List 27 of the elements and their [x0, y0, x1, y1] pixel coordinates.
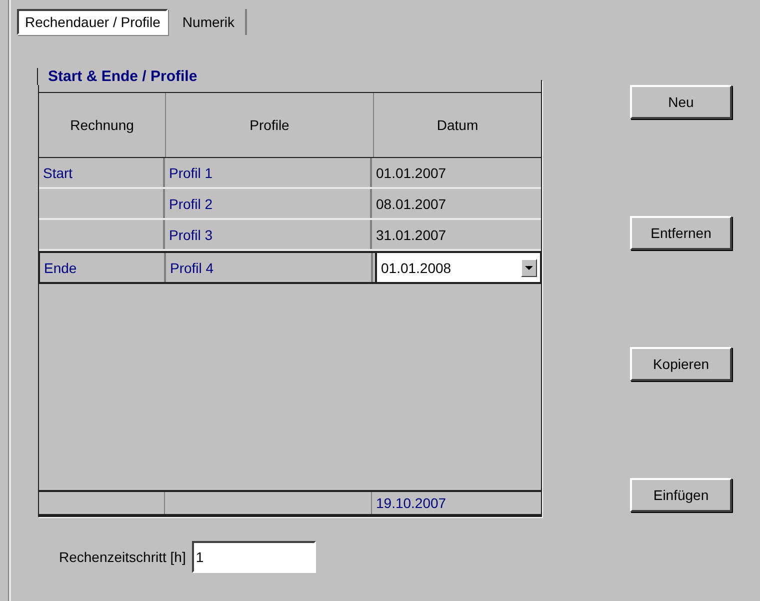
action-button[interactable]: Entfernen [630, 216, 732, 250]
table-cell: 19.10.2007 [376, 495, 446, 511]
table-cell: Start [43, 164, 73, 180]
action-button[interactable]: Neu [630, 85, 732, 119]
table-cell: Profil 1 [169, 164, 213, 180]
table-cell: Profil 2 [169, 196, 213, 212]
column-header[interactable]: Profile [166, 93, 374, 157]
input-field[interactable]: 1 [192, 541, 316, 573]
column-header[interactable]: Datum [374, 93, 541, 157]
column-header[interactable]: Rechnung [39, 93, 166, 157]
caret-icon [525, 266, 533, 270]
dropdown-button[interactable] [521, 258, 537, 276]
table-cell: Profil 4 [170, 260, 214, 276]
tab[interactable]: Rechendauer / Profile [17, 9, 168, 35]
table-cell: 01.01.2007 [376, 164, 446, 180]
action-button[interactable]: Kopieren [630, 347, 732, 381]
table-row[interactable]: Profil 3 31.01.2007 [39, 220, 541, 251]
table-row[interactable]: Profil 2 08.01.2007 [39, 189, 541, 220]
table-cell: 31.01.2007 [376, 226, 446, 242]
table-row[interactable]: Start Profil 1 01.01.2007 [39, 158, 541, 189]
date-field[interactable]: 01.01.2008 [375, 253, 540, 282]
table-cell: Ende [44, 260, 77, 276]
action-button[interactable]: Einfügen [630, 478, 732, 512]
table-cell: Profil 3 [169, 226, 213, 242]
table-row[interactable]: Ende Profil 4 01.01.2008 [38, 251, 542, 284]
table-cell: 08.01.2007 [376, 196, 446, 212]
field-label: Rechenzeitschritt [h] [59, 549, 186, 565]
